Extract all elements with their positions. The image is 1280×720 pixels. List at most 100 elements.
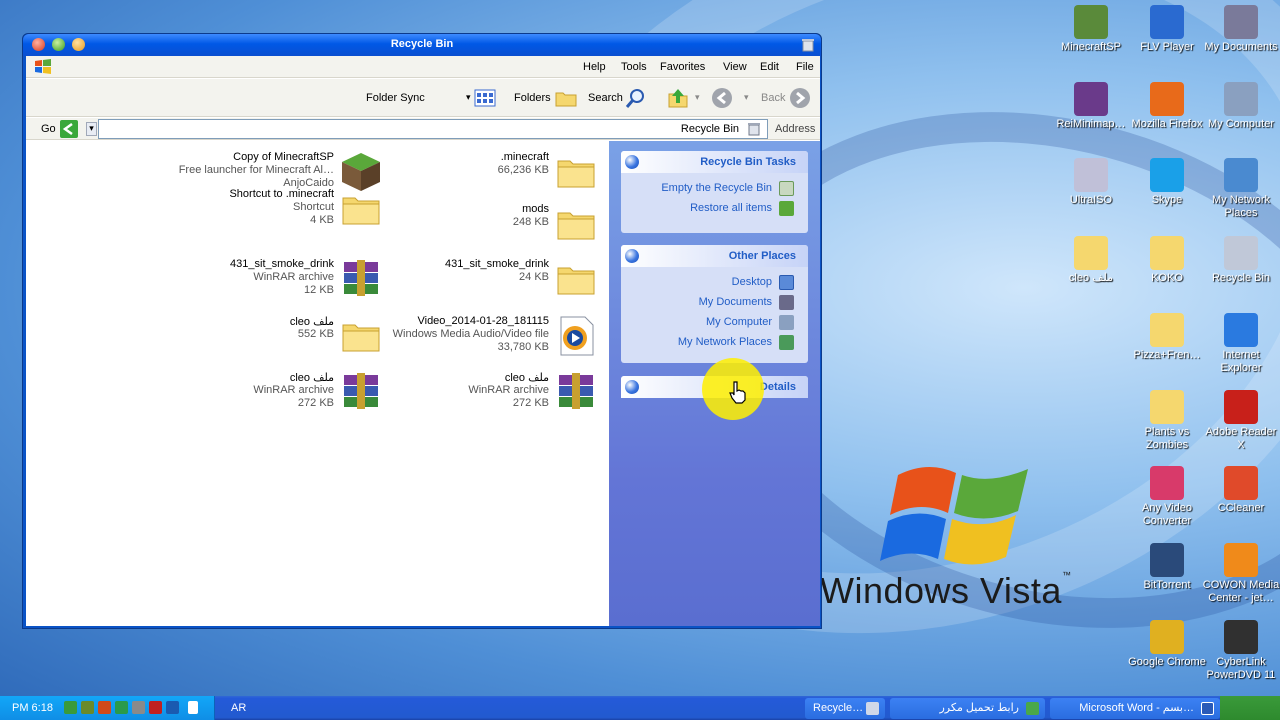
file-name: .minecraft [500, 151, 549, 163]
collapse-icon[interactable] [625, 155, 639, 169]
desktop-link[interactable]: Desktop [621, 273, 796, 293]
empty-recycle-bin-link[interactable]: Empty the Recycle Bin [621, 179, 796, 199]
file-item[interactable]: mods 248 KB [311, 201, 601, 251]
winrar-icon [555, 371, 597, 413]
tray-icon[interactable] [149, 701, 162, 714]
go-arrow-icon[interactable] [60, 120, 78, 138]
desktop-shortcut-label: CyberLink PowerDVD 11 [1206, 656, 1276, 681]
desktop-shortcut-icon [1224, 466, 1258, 500]
desktop-shortcut[interactable]: KOKO [1128, 236, 1206, 285]
desktop-shortcut[interactable]: MinecraftSP [1052, 5, 1130, 54]
tray-icon[interactable] [166, 701, 179, 714]
recycle-bin-small-icon [748, 123, 760, 136]
desktop-shortcut-label: Internet Explorer [1220, 349, 1262, 374]
desktop-shortcut-icon [1224, 543, 1258, 577]
desktop-icon [779, 275, 794, 290]
desktop-shortcut[interactable]: Pizza+Fren… [1128, 313, 1206, 362]
file-item[interactable]: 431_sit_smoke_drink 24 KB [311, 256, 601, 306]
tray-icon[interactable] [115, 701, 128, 714]
desktop-shortcut[interactable]: Recycle Bin [1202, 236, 1280, 285]
go-button[interactable]: Go [41, 123, 56, 135]
desktop-shortcut-label: FLV Player [1140, 41, 1194, 53]
my-computer-icon [779, 315, 794, 330]
desktop-shortcut[interactable]: Any Video Converter [1128, 466, 1206, 528]
desktop-shortcut[interactable]: UltraISO [1052, 158, 1130, 207]
desktop-shortcut-label: Pizza+Fren… [1133, 349, 1201, 361]
menu-view[interactable]: View [723, 61, 747, 73]
network-icon [779, 335, 794, 350]
forward-icon[interactable] [710, 86, 734, 110]
desktop-shortcut[interactable]: FLV Player [1128, 5, 1206, 54]
desktop-shortcut-label: My Documents [1204, 41, 1278, 53]
expand-icon[interactable] [625, 380, 639, 394]
desktop-shortcut-label: cleo ملف [1068, 272, 1114, 284]
menu-favorites[interactable]: Favorites [660, 61, 705, 73]
back-dropdown-icon[interactable]: ▾ [744, 92, 749, 103]
desktop-shortcut[interactable]: My Computer [1202, 82, 1280, 131]
my-computer-link[interactable]: My Computer [621, 313, 796, 333]
desktop-shortcut[interactable]: CCleaner [1202, 466, 1280, 515]
search-button[interactable]: Search [588, 92, 623, 104]
file-item[interactable]: Video_2014-01-28_181115 Windows Media Aud… [311, 313, 601, 363]
desktop-shortcut-label: Google Chrome [1128, 656, 1206, 668]
collapse-icon[interactable] [625, 249, 639, 263]
folders-icon[interactable] [554, 86, 578, 110]
views-icon[interactable] [473, 86, 497, 110]
address-dropdown-icon[interactable]: ▾ [86, 122, 97, 136]
start-button[interactable] [1220, 696, 1280, 720]
desktop-shortcut[interactable]: ReiMinimap… [1052, 82, 1130, 131]
tray-icon[interactable] [132, 701, 145, 714]
forward-dropdown-icon[interactable]: ▾ [695, 92, 700, 103]
my-network-places-link[interactable]: My Network Places [621, 333, 796, 353]
taskbar-word-button[interactable]: Microsoft Word - بسم… [1050, 698, 1220, 719]
file-name: Shortcut to .minecraft [229, 188, 334, 200]
tray-icon[interactable] [64, 701, 77, 714]
search-icon[interactable] [624, 86, 648, 110]
recycle-bin-tasks-header[interactable]: Recycle Bin Tasks [621, 151, 808, 173]
back-button[interactable]: Back [761, 92, 785, 104]
address-input[interactable]: Recycle Bin [98, 119, 768, 139]
file-item[interactable]: cleo ملف WinRAR archive 272 KB [311, 369, 601, 419]
tray-icon[interactable] [98, 701, 111, 714]
taskbar-recycle-bin-button[interactable]: Recycle… [805, 698, 885, 719]
desktop-shortcut[interactable]: My Network Places [1202, 158, 1280, 220]
desktop-shortcut[interactable]: cleo ملف [1052, 236, 1130, 285]
desktop-shortcut-icon [1074, 82, 1108, 116]
restore-all-items-link[interactable]: Restore all items [621, 199, 796, 219]
tray-icon[interactable] [188, 701, 198, 714]
desktop-shortcut[interactable]: Adobe Reader X [1202, 390, 1280, 452]
menu-edit[interactable]: Edit [760, 61, 779, 73]
folder-sync-button[interactable]: Folder Sync [366, 92, 425, 104]
tray-icon[interactable] [81, 701, 94, 714]
language-indicator[interactable]: AR [231, 702, 246, 714]
taskbar-download-link-button[interactable]: رابط تحميل مكرر [890, 698, 1045, 719]
title-bar[interactable]: Recycle Bin [23, 34, 821, 56]
desktop-shortcut[interactable]: Google Chrome [1128, 620, 1206, 669]
desktop-shortcut[interactable]: Skype [1128, 158, 1206, 207]
desktop-shortcut-icon [1074, 158, 1108, 192]
desktop-shortcut[interactable]: My Documents [1202, 5, 1280, 54]
address-bar: Go ▾ Recycle Bin Address [26, 118, 820, 140]
views-dropdown-icon[interactable]: ▾ [466, 92, 471, 103]
menu-tools[interactable]: Tools [621, 61, 647, 73]
desktop-shortcut[interactable]: Mozilla Firefox [1128, 82, 1206, 131]
desktop-shortcut[interactable]: Internet Explorer [1202, 313, 1280, 375]
other-places-header[interactable]: Other Places [621, 245, 808, 267]
desktop-shortcut-icon [1224, 5, 1258, 39]
desktop-shortcut[interactable]: COWON Media Center - jet… [1202, 543, 1280, 605]
menu-help[interactable]: Help [583, 61, 606, 73]
desktop-shortcut[interactable]: BitTorrent [1128, 543, 1206, 592]
up-folder-icon[interactable] [666, 86, 690, 110]
clock[interactable]: PM 6:18 [12, 702, 53, 714]
file-name: cleo ملف [504, 372, 549, 384]
file-type: 66,236 KB [497, 164, 549, 176]
my-documents-link[interactable]: My Documents [621, 293, 796, 313]
back-icon[interactable] [788, 86, 812, 110]
desktop-shortcut[interactable]: CyberLink PowerDVD 11 [1202, 620, 1280, 682]
desktop-shortcut-label: ReiMinimap… [1056, 118, 1126, 130]
recycle-bin-title-icon [802, 39, 814, 52]
menu-file[interactable]: File [796, 61, 814, 73]
folders-button[interactable]: Folders [514, 92, 551, 104]
desktop-shortcut-icon [1224, 390, 1258, 424]
desktop-shortcut[interactable]: Plants vs Zombies [1128, 390, 1206, 452]
